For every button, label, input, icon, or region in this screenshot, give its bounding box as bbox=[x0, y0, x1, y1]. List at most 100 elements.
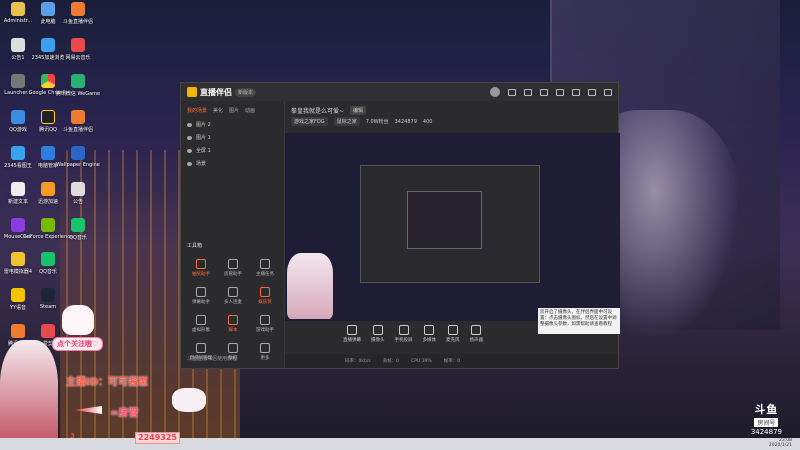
eye-icon[interactable] bbox=[187, 161, 192, 166]
tool-label: 游戏助手 bbox=[256, 328, 274, 333]
text-file-icon bbox=[11, 182, 25, 196]
tool-label: 虚拟形象 bbox=[192, 328, 210, 333]
sidebar-tabs: 我的场景 美化 图片 动画 bbox=[181, 101, 284, 118]
category-tag[interactable]: 鼠标之家 bbox=[333, 117, 360, 126]
cpu-usage: CPU:39% bbox=[411, 358, 432, 364]
tooltip-text: 您开启了摄像头，在伴侣界面中可设置：点击摄像头图标，然后在设置中调整摄像头参数，… bbox=[540, 310, 617, 327]
stream-preview[interactable] bbox=[285, 133, 620, 321]
settings-icon[interactable] bbox=[524, 88, 532, 96]
launcher-icon bbox=[11, 74, 25, 88]
danmaku-button[interactable]: 直播弹幕 bbox=[343, 325, 361, 343]
control-label: 扬声器 bbox=[469, 338, 484, 343]
edit-title-button[interactable]: 编辑 bbox=[350, 106, 367, 115]
douyu-icon bbox=[71, 110, 85, 124]
tool-script[interactable]: 脚本 bbox=[217, 315, 249, 333]
desktop-icon-label: 公告1 bbox=[11, 55, 25, 61]
tool-more[interactable]: 更多 bbox=[249, 343, 281, 361]
tool-lottery[interactable]: 抽奖助手 bbox=[185, 259, 217, 277]
douyu-logo: 斗鱼 bbox=[754, 403, 779, 416]
gift-icon bbox=[196, 259, 206, 269]
app-logo-text: 直播伴侣 bbox=[200, 87, 232, 97]
taskbar-clock[interactable]: 23:08 2020/1/21 bbox=[768, 438, 792, 449]
tool-avatar[interactable]: 虚拟形象 bbox=[185, 315, 217, 333]
tool-label: 抽奖助手 bbox=[192, 272, 210, 277]
speaker-icon bbox=[471, 325, 482, 335]
desktop-icon[interactable]: QQ音乐 bbox=[60, 218, 96, 241]
desktop-icon-label: 腾讯QQ bbox=[39, 127, 57, 133]
desktop-icon[interactable]: 腾讯微信 WeGame bbox=[56, 74, 100, 97]
music-icon bbox=[41, 252, 55, 266]
speaker-button[interactable]: 扬声器 bbox=[469, 325, 484, 343]
category-tag[interactable]: 游戏之家FOG bbox=[291, 117, 328, 126]
avatar[interactable] bbox=[490, 87, 500, 97]
theme-icon[interactable] bbox=[540, 88, 548, 96]
eye-icon[interactable] bbox=[187, 135, 192, 140]
tutorial-link[interactable]: 斗鱼直播伴侣使用教程 bbox=[187, 355, 237, 362]
bitrate: 码率：0kb/s bbox=[345, 359, 371, 364]
tool-tasks[interactable]: 主播任务 bbox=[249, 259, 281, 277]
desktop-icon-label: YY语音 bbox=[9, 305, 27, 311]
control-label: 麦克风 bbox=[446, 338, 460, 343]
game-icon bbox=[11, 110, 25, 124]
clock-date: 2020/1/21 bbox=[768, 443, 792, 449]
desktop-icon-label: Steam bbox=[39, 304, 57, 310]
scene-item[interactable]: 全屏 1 bbox=[181, 144, 284, 157]
eye-icon[interactable] bbox=[187, 148, 192, 153]
wegame-icon bbox=[71, 74, 85, 88]
desktop-icon[interactable]: Wallpaper Engine bbox=[56, 146, 100, 168]
desktop-icon[interactable]: QQ音乐 bbox=[30, 252, 66, 275]
follow-banner: 点个关注嗷♡ bbox=[52, 337, 104, 351]
room-meta: 游戏之家FOG 鼠标之家 7.0W粉丝 3424879 400 bbox=[285, 117, 618, 126]
video-editor-icon bbox=[41, 324, 55, 338]
scene-label: 图片 1 bbox=[196, 135, 211, 141]
hot-value: 400 bbox=[422, 118, 433, 125]
app-sidebar: 我的场景 美化 图片 动画 图片 2 图片 1 全屏 1 场景 工具箱 抽奖助手… bbox=[181, 101, 285, 368]
tab-beauty[interactable]: 美化 bbox=[213, 107, 223, 114]
media-button[interactable]: 多媒体 bbox=[423, 325, 436, 343]
control-label: 直播弹幕 bbox=[343, 338, 361, 343]
menu-icon[interactable] bbox=[556, 88, 564, 96]
scene-label: 图片 2 bbox=[196, 122, 211, 128]
desktop-icon[interactable]: 斗鱼直播伴侣 bbox=[60, 2, 96, 25]
tool-label: 弹幕助手 bbox=[192, 300, 210, 305]
desktop-icon[interactable]: 公告 bbox=[60, 182, 96, 205]
phone-icon bbox=[398, 325, 409, 335]
message-icon[interactable] bbox=[508, 88, 516, 96]
camera-button[interactable]: 摄像头 bbox=[371, 325, 385, 343]
tool-multi-mic[interactable]: 多人连麦 bbox=[217, 287, 249, 305]
version-badge[interactable]: 新版本 bbox=[235, 87, 257, 97]
tab-animation[interactable]: 动画 bbox=[245, 107, 255, 114]
preview-nested-window-2 bbox=[407, 191, 482, 249]
toolbox-label: 工具箱 bbox=[187, 243, 203, 249]
maximize-icon[interactable] bbox=[588, 88, 596, 96]
desktop-icon[interactable]: 斗鱼直播伴侣 bbox=[60, 110, 96, 133]
scene-item[interactable]: 图片 1 bbox=[181, 131, 284, 144]
tool-danmaku[interactable]: 弹幕助手 bbox=[185, 287, 217, 305]
steam-icon bbox=[41, 288, 55, 302]
image-viewer-icon bbox=[11, 146, 25, 160]
close-icon[interactable] bbox=[604, 88, 612, 96]
scene-item[interactable]: 图片 2 bbox=[181, 118, 284, 131]
tab-image[interactable]: 图片 bbox=[229, 107, 239, 114]
tool-room-admin[interactable]: 房管助手 bbox=[217, 259, 249, 277]
tool-game-helper[interactable]: 游戏助手 bbox=[249, 315, 281, 333]
control-bar: 直播弹幕 摄像头 手机投屏 多媒体 麦克风 扬声器 bbox=[343, 325, 483, 343]
minimize-icon[interactable] bbox=[572, 88, 580, 96]
douyu-icon bbox=[71, 2, 85, 16]
scene-item[interactable]: 场景 bbox=[181, 157, 284, 170]
tool-entertainment[interactable]: 娱乐玩 bbox=[249, 287, 281, 305]
room-admin-text: =房管 bbox=[110, 408, 139, 419]
desktop-icon[interactable]: Steam bbox=[30, 288, 66, 310]
phone-cast-button[interactable]: 手机投屏 bbox=[395, 325, 413, 343]
tab-scenes[interactable]: 我的场景 bbox=[187, 107, 207, 114]
music-icon bbox=[71, 38, 85, 52]
bunny-sticker-2 bbox=[172, 388, 206, 412]
avatar-icon bbox=[196, 315, 206, 325]
app-logo-icon bbox=[187, 87, 197, 97]
room-title: 拳皇我就是么可爱~ bbox=[291, 108, 345, 115]
desktop-icon[interactable]: 网易云音乐 bbox=[60, 38, 96, 61]
eye-icon[interactable] bbox=[187, 122, 192, 127]
room-label: 房间号 bbox=[754, 418, 779, 427]
mic-button[interactable]: 麦克风 bbox=[446, 325, 460, 343]
streamer-id: 主播ID：可可酱崽 bbox=[66, 377, 149, 388]
